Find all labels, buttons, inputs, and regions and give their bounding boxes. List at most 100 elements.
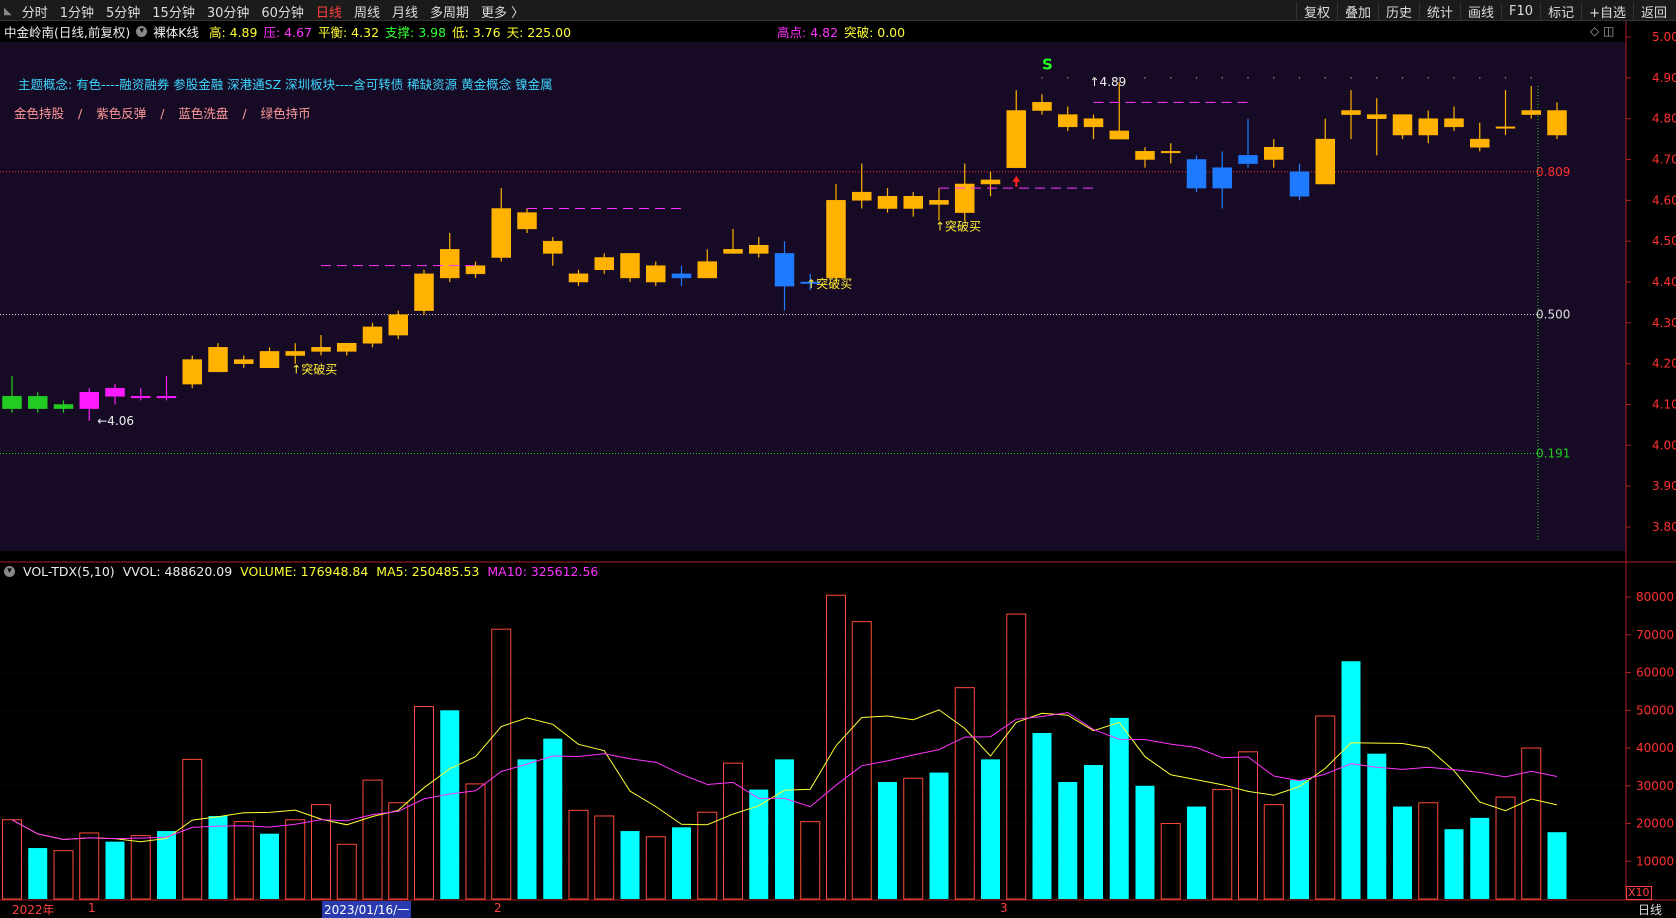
candle-body — [1418, 118, 1438, 136]
vol-y-tick-label: 70000 — [1636, 628, 1674, 642]
volume-bar — [440, 710, 460, 899]
candle-body — [955, 183, 975, 213]
overlay-button[interactable]: 叠加 — [1336, 2, 1378, 21]
candle-body — [877, 196, 898, 209]
candle-body — [53, 404, 74, 409]
dot-mark — [1350, 77, 1352, 79]
draw-line-button[interactable]: 画线 — [1460, 2, 1501, 21]
volume-bar — [749, 789, 769, 899]
candle-body — [852, 191, 872, 201]
candle-body — [1470, 138, 1490, 148]
ma5-line — [11, 709, 1558, 843]
candle-body — [1238, 155, 1258, 164]
candle-body — [131, 396, 151, 399]
legend-sep: / — [78, 106, 83, 121]
volume-bar — [1160, 823, 1181, 900]
history-button[interactable]: 历史 — [1377, 2, 1419, 21]
candle-body — [671, 273, 692, 279]
fib-level-label: 0.809 — [1536, 165, 1570, 179]
mark-button[interactable]: 标记 — [1540, 2, 1581, 21]
volume-bar — [157, 831, 176, 899]
vol-vvol: VVOL: 488620.09 — [122, 563, 233, 579]
candle-body — [362, 326, 383, 344]
toolbar-right-buttons: 复权 叠加 历史 统计 画线 F10 标记 +自选 返回 — [1295, 2, 1674, 21]
color-legend: 金色持股 / 紫色反弹 / 蓝色洗盘 / 绿色持币 — [14, 103, 321, 122]
tab-period-9[interactable]: 多周期 — [424, 2, 475, 21]
dot-mark — [1247, 77, 1249, 79]
volume-bar — [2, 819, 22, 900]
tab-period-more[interactable]: 更多 〉 — [475, 2, 530, 21]
dot-mark — [1298, 77, 1301, 79]
info-low: 低: 3.76 — [452, 24, 501, 40]
volume-bar — [233, 821, 254, 900]
candle-body — [1547, 110, 1567, 136]
dropdown-icon[interactable]: ▾ — [4, 565, 15, 577]
volume-bar — [723, 762, 743, 900]
volume-bar — [1187, 806, 1206, 899]
fib-levels: 0.809 0.500 0.191 — [0, 86, 1570, 540]
candle-body — [1521, 110, 1541, 115]
candle-body — [182, 359, 202, 385]
candle-body — [1495, 126, 1516, 129]
candle-body — [1161, 151, 1181, 154]
stats-button[interactable]: 统计 — [1419, 2, 1460, 21]
candle-body — [826, 200, 846, 279]
candle-body — [594, 257, 614, 270]
candle-body — [1341, 110, 1361, 115]
candle-body — [1392, 114, 1413, 136]
vol-indicator-name[interactable]: VOL-TDX(5,10) — [23, 564, 115, 579]
legend-sep: / — [160, 106, 165, 121]
volume-bar — [1367, 753, 1387, 899]
volume-bar — [1495, 796, 1516, 900]
candle-body — [1444, 118, 1464, 128]
kline-chart[interactable]: 0.809 0.500 0.191 5.00 4.90 4.80 4.70 4.60 4.50… — [0, 0, 1676, 918]
chart-annotation: ←4.06 — [97, 414, 134, 428]
y-tick-label: 4.80 — [1652, 112, 1676, 126]
volume-bar — [543, 738, 563, 899]
volume-bar — [1547, 832, 1567, 899]
volume-bar — [1058, 782, 1078, 899]
tab-period-0[interactable]: 分时 — [16, 2, 54, 21]
vol-y-tick-label: 80000 — [1636, 590, 1674, 604]
volume-bar — [517, 759, 537, 899]
candle-body — [903, 196, 923, 209]
chart-annotation: ↑突破买 — [291, 362, 337, 377]
dot-mark — [1453, 77, 1455, 79]
tab-period-7[interactable]: 周线 — [348, 2, 386, 21]
tab-period-2[interactable]: 5分钟 — [100, 2, 146, 21]
volume-bar — [1521, 747, 1542, 900]
back-button[interactable]: 返回 — [1632, 2, 1674, 21]
tab-period-1[interactable]: 1分钟 — [54, 2, 100, 21]
dot-mark — [1401, 77, 1404, 79]
volume-bar — [491, 628, 512, 900]
tab-period-5[interactable]: 60分钟 — [255, 2, 310, 21]
date-label-month2: 2 — [494, 901, 502, 915]
tab-period-4[interactable]: 30分钟 — [201, 2, 256, 21]
volume-bar — [645, 836, 666, 900]
vol-y-tick-label: 30000 — [1636, 779, 1674, 793]
chart-annotation: ↑4.89 — [1090, 75, 1127, 89]
candle-body — [517, 212, 537, 230]
chart-annotation: ↑突破买 — [806, 276, 852, 291]
tab-period-daily[interactable]: 日线 — [310, 2, 348, 21]
restore-rights-button[interactable]: 复权 — [1295, 2, 1337, 21]
y-tick-label: 3.80 — [1652, 520, 1676, 534]
add-watchlist-button[interactable]: +自选 — [1581, 2, 1633, 21]
volume-bar — [1290, 780, 1309, 899]
chart-mode[interactable]: 裸体K线 — [153, 22, 199, 41]
tab-period-3[interactable]: 15分钟 — [146, 2, 201, 21]
f10-button[interactable]: F10 — [1501, 4, 1540, 19]
volume-bar — [800, 821, 821, 900]
candle-body — [543, 240, 563, 254]
dot-mark — [1478, 77, 1481, 79]
candle-body — [414, 273, 434, 311]
chart-corner-icons[interactable]: ◇ ◫ — [1590, 24, 1614, 38]
dropdown-icon[interactable]: ▾ — [136, 25, 148, 37]
dot-mark — [1144, 77, 1146, 79]
volume-bar — [1470, 817, 1490, 899]
menu-icon[interactable]: ◣ — [4, 6, 16, 17]
arrow-up-icon — [1012, 175, 1021, 187]
tab-period-8[interactable]: 月线 — [386, 2, 424, 21]
date-axis: 2022年 1 2023/01/16/一 2 3 日线 — [0, 901, 1676, 918]
legend-blue: 蓝色洗盘 — [178, 106, 229, 121]
